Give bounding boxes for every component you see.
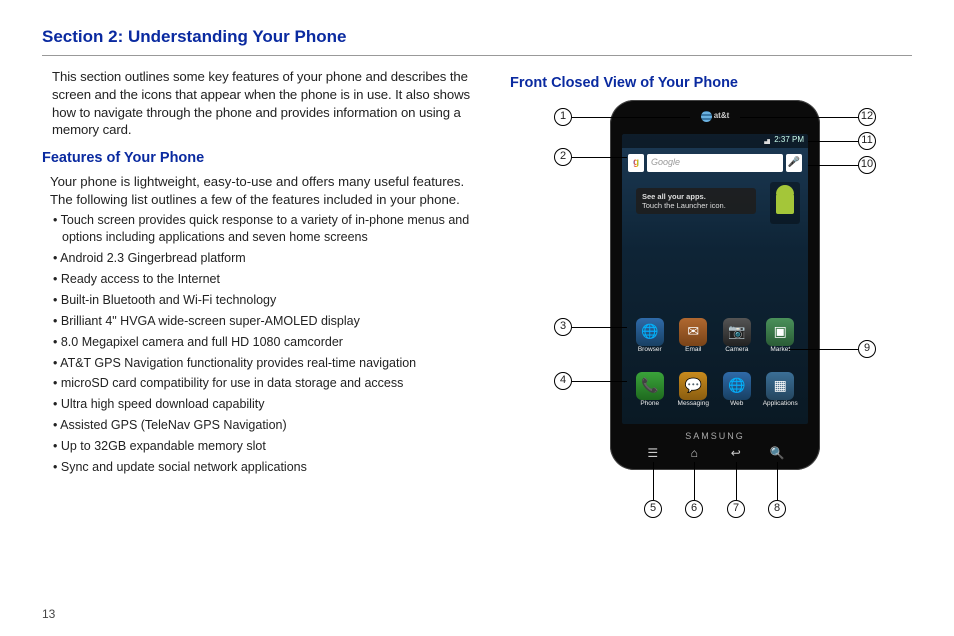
- carrier-logo: at&t: [690, 110, 740, 124]
- applications-icon: ▦: [766, 372, 794, 400]
- feature-item: Assisted GPS (TeleNav GPS Navigation): [50, 417, 482, 434]
- soft-keys-row: ☰ ⌂ ↩ 🔍: [632, 445, 798, 461]
- lead-4: [572, 381, 627, 382]
- feature-item: Touch screen provides quick response to …: [50, 212, 482, 246]
- phone-icon: 📞: [636, 372, 664, 400]
- carrier-text: at&t: [714, 111, 730, 122]
- left-column: This section outlines some key features …: [42, 68, 482, 530]
- app-phone: 📞Phone: [633, 372, 667, 409]
- front-view-heading: Front Closed View of Your Phone: [510, 74, 930, 94]
- signal-icon: [761, 137, 770, 144]
- web-icon: 🌐: [723, 372, 751, 400]
- market-icon: ▣: [766, 318, 794, 346]
- right-column: Front Closed View of Your Phone at&t 2:3…: [510, 68, 930, 530]
- google-g-icon: g: [628, 154, 644, 172]
- messaging-icon: 💬: [679, 372, 707, 400]
- app-email: ✉Email: [676, 318, 710, 355]
- feature-item: Sync and update social network applicati…: [50, 459, 482, 476]
- features-heading: Features of Your Phone: [42, 149, 482, 169]
- callout-2: 2: [554, 148, 572, 166]
- app-camera: 📷Camera: [720, 318, 754, 355]
- home-key-icon: ⌂: [683, 445, 705, 461]
- lead-7: [736, 462, 737, 500]
- browser-icon: 🌐: [636, 318, 664, 346]
- lead-9: [788, 349, 858, 350]
- phone-diagram: at&t 2:37 PM g Google 🎤 See all your app…: [520, 100, 930, 530]
- lead-10: [808, 165, 858, 166]
- lead-1: [572, 117, 690, 118]
- callout-5: 5: [644, 500, 662, 518]
- callout-7: 7: [727, 500, 745, 518]
- tip-title: See all your apps.: [642, 192, 750, 201]
- lead-5: [653, 462, 654, 500]
- camera-icon: 📷: [723, 318, 751, 346]
- app-applications: ▦Applications: [763, 372, 797, 409]
- lead-8: [777, 462, 778, 500]
- callout-12: 12: [858, 108, 876, 126]
- callout-4: 4: [554, 372, 572, 390]
- search-key-icon: 🔍: [766, 445, 788, 461]
- callout-1: 1: [554, 108, 572, 126]
- features-list: Touch screen provides quick response to …: [42, 212, 482, 475]
- tip-bubble: See all your apps. Touch the Launcher ic…: [636, 188, 756, 214]
- phone-brand: SAMSUNG: [610, 430, 820, 442]
- android-icon: [776, 192, 794, 214]
- status-bar: 2:37 PM: [622, 134, 808, 148]
- page-number: 13: [42, 606, 55, 622]
- callout-10: 10: [858, 156, 876, 174]
- callout-6: 6: [685, 500, 703, 518]
- email-icon: ✉: [679, 318, 707, 346]
- features-intro: Your phone is lightweight, easy-to-use a…: [42, 173, 482, 209]
- feature-item: microSD card compatibility for use in da…: [50, 375, 482, 392]
- google-search-widget: g Google 🎤: [628, 154, 802, 172]
- section-title: Section 2: Understanding Your Phone: [42, 26, 912, 56]
- search-mic-icon: 🎤: [786, 154, 802, 172]
- lead-3: [572, 327, 627, 328]
- tip-body: Touch the Launcher icon.: [642, 201, 750, 210]
- menu-key-icon: ☰: [642, 445, 664, 461]
- callout-9: 9: [858, 340, 876, 358]
- feature-item: Built-in Bluetooth and Wi-Fi technology: [50, 292, 482, 309]
- callout-3: 3: [554, 318, 572, 336]
- app-browser: 🌐Browser: [633, 318, 667, 355]
- app-web: 🌐Web: [720, 372, 754, 409]
- feature-item: 8.0 Megapixel camera and full HD 1080 ca…: [50, 334, 482, 351]
- feature-item: Up to 32GB expandable memory slot: [50, 438, 482, 455]
- lead-12: [740, 117, 858, 118]
- lead-2: [572, 157, 627, 158]
- callout-8: 8: [768, 500, 786, 518]
- android-widget: [770, 182, 800, 224]
- lead-6: [694, 462, 695, 500]
- app-row-1: 🌐Browser ✉Email 📷Camera ▣Market: [628, 318, 802, 355]
- callout-11: 11: [858, 132, 876, 150]
- att-globe-icon: [701, 111, 712, 122]
- app-row-2: 📞Phone 💬Messaging 🌐Web ▦Applications: [628, 372, 802, 409]
- feature-item: Ultra high speed download capability: [50, 396, 482, 413]
- search-input: Google: [647, 154, 783, 172]
- feature-item: Brilliant 4" HVGA wide-screen super-AMOL…: [50, 313, 482, 330]
- intro-paragraph: This section outlines some key features …: [42, 68, 482, 139]
- phone-screen: 2:37 PM g Google 🎤 See all your apps. To…: [622, 134, 808, 424]
- phone-body: at&t 2:37 PM g Google 🎤 See all your app…: [610, 100, 820, 470]
- feature-item: AT&T GPS Navigation functionality provid…: [50, 355, 482, 372]
- app-messaging: 💬Messaging: [676, 372, 710, 409]
- feature-item: Ready access to the Internet: [50, 271, 482, 288]
- feature-item: Android 2.3 Gingerbread platform: [50, 250, 482, 267]
- back-key-icon: ↩: [725, 445, 747, 461]
- lead-11: [808, 141, 858, 142]
- status-time: 2:37 PM: [774, 135, 804, 146]
